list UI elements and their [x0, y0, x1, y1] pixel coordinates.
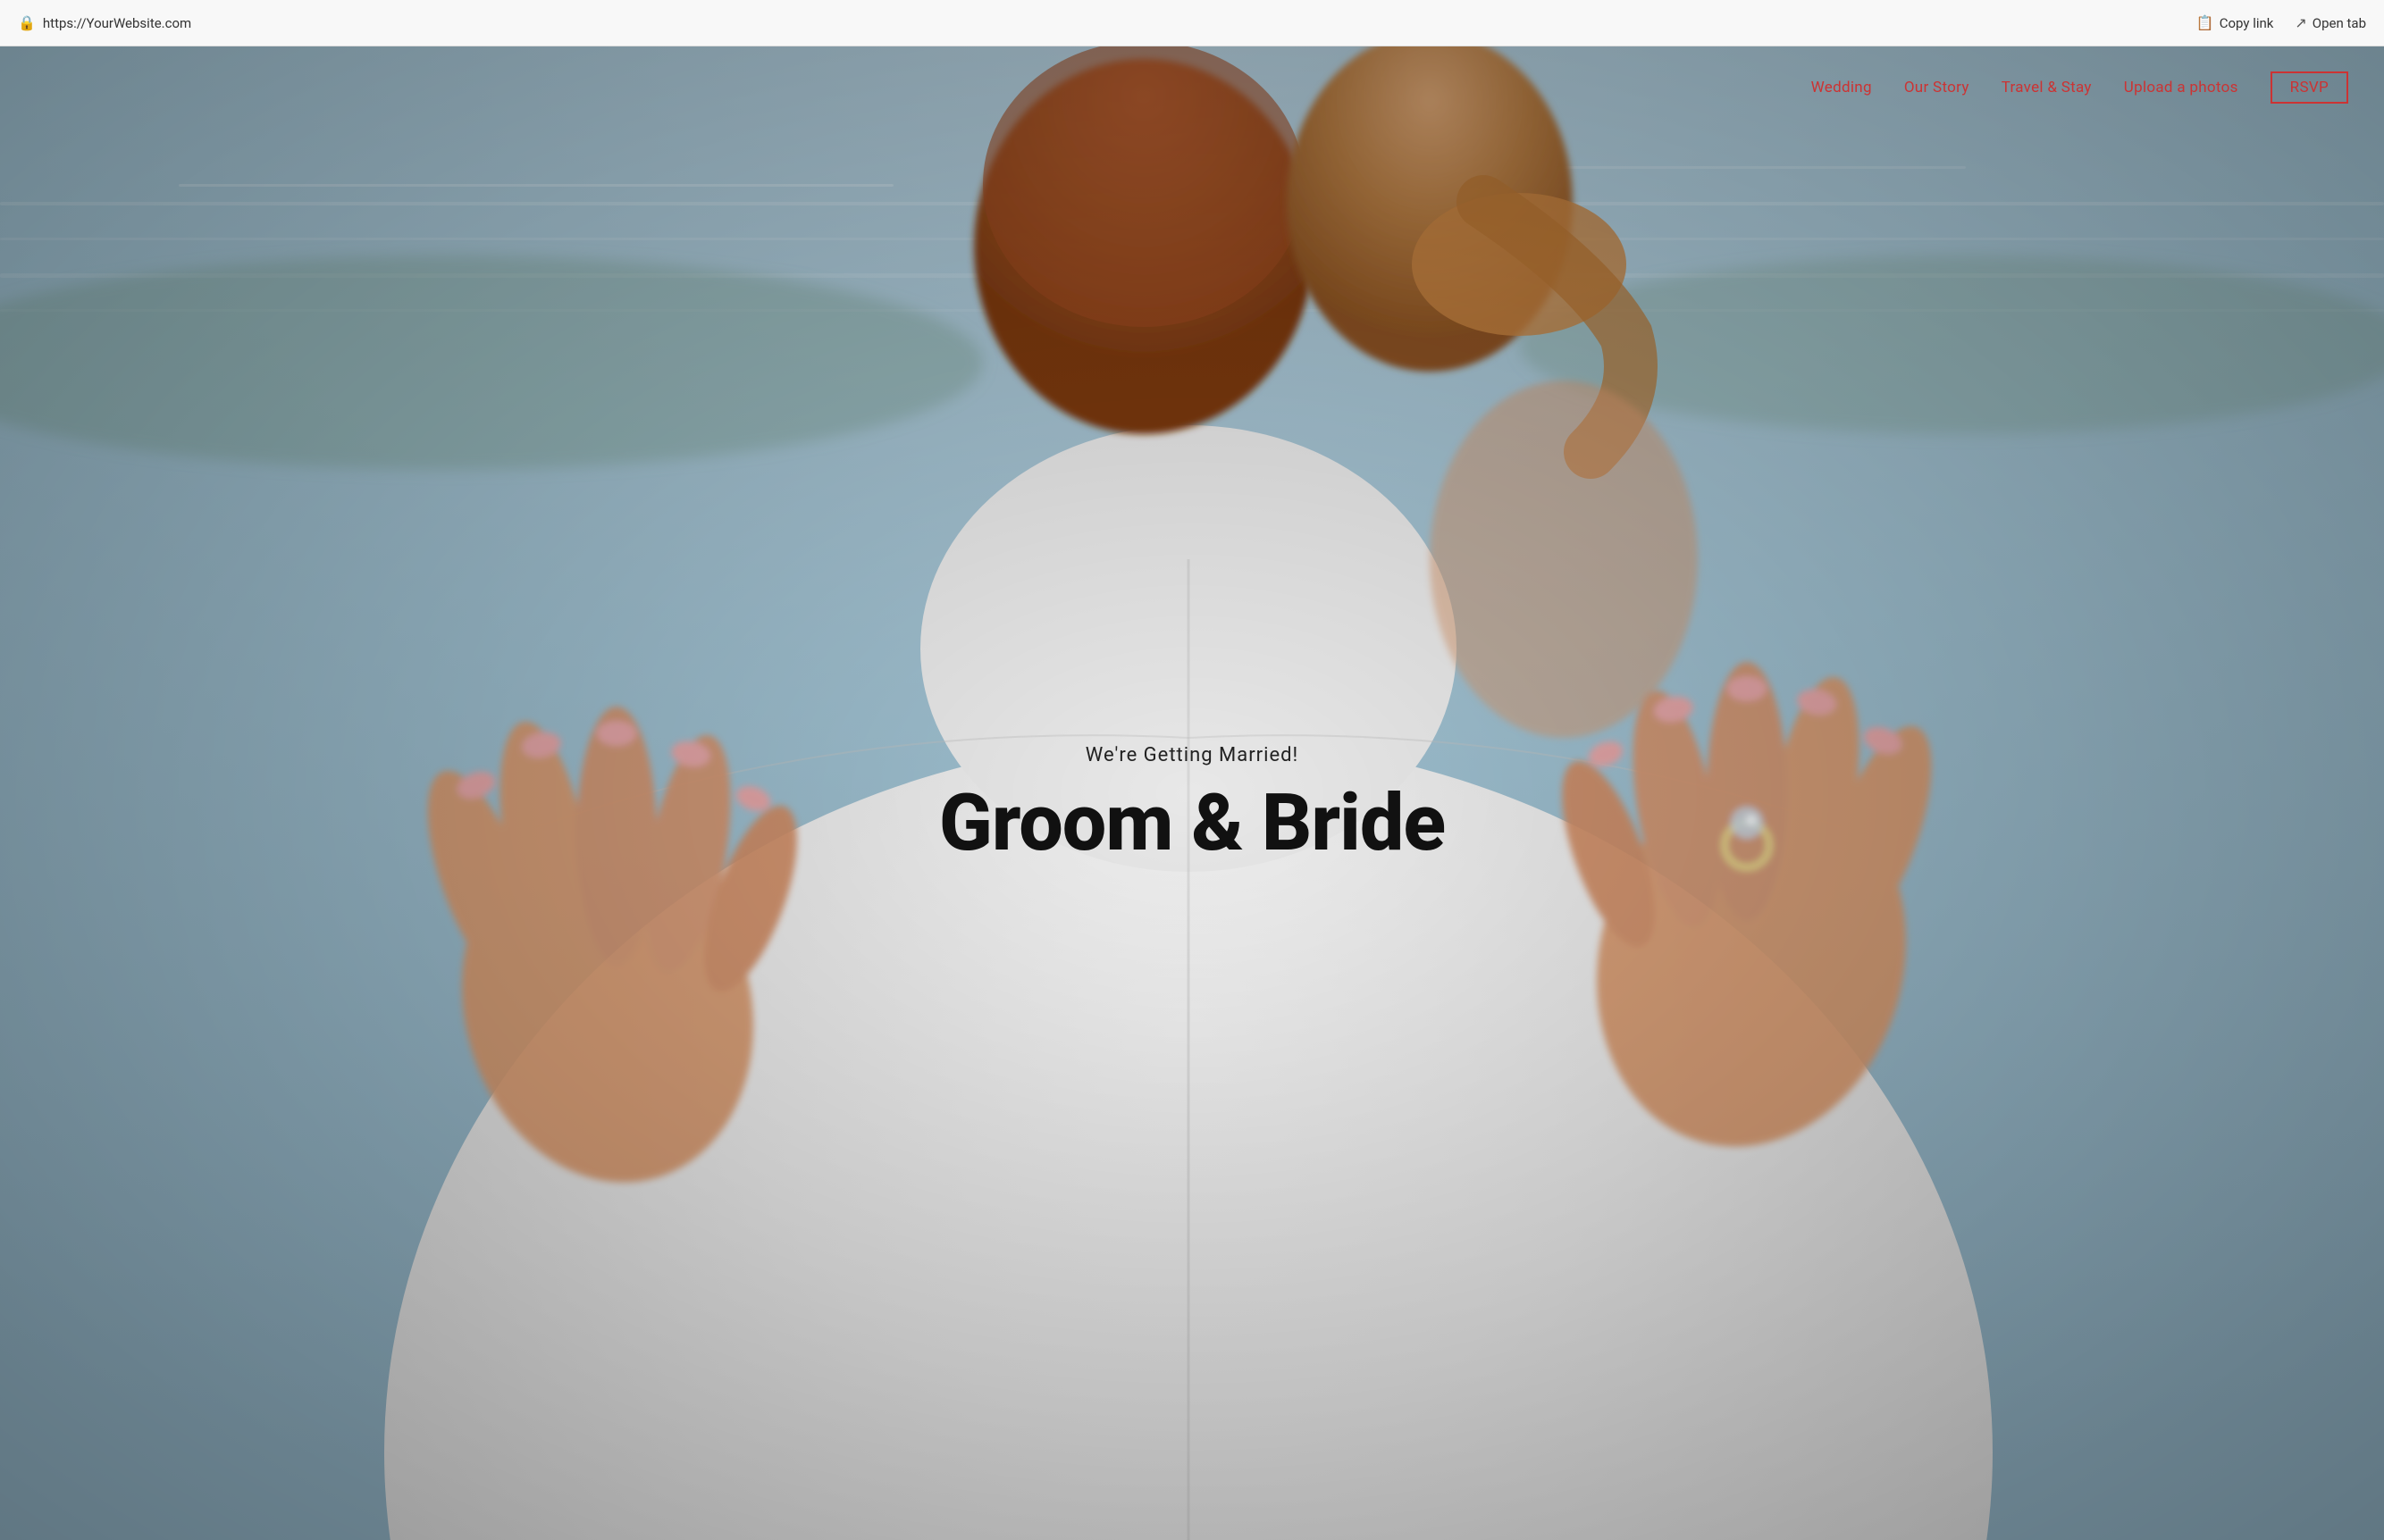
url-display: https://YourWebsite.com [43, 15, 191, 31]
copy-icon: 📋 [2196, 14, 2214, 31]
lock-icon: 🔒 [18, 14, 36, 31]
browser-chrome: 🔒 https://YourWebsite.com 📋 Copy link ↗ … [0, 0, 2384, 46]
nav-upload-photos[interactable]: Upload a photos [2124, 79, 2238, 96]
browser-address-area: 🔒 https://YourWebsite.com [18, 14, 191, 31]
browser-actions: 📋 Copy link ↗ Open tab [2196, 14, 2366, 31]
copy-link-label: Copy link [2220, 15, 2274, 31]
hero-subtitle: We're Getting Married! [939, 744, 1445, 766]
open-tab-icon: ↗ [2295, 14, 2306, 31]
nav-rsvp[interactable]: RSVP [2271, 71, 2348, 104]
nav-links-container: Wedding Our Story Travel & Stay Upload a… [1811, 71, 2348, 104]
hero-content: We're Getting Married! Groom & Bride [939, 744, 1445, 867]
open-tab-label: Open tab [2313, 15, 2366, 31]
copy-link-button[interactable]: 📋 Copy link [2196, 14, 2274, 31]
nav-travel-stay[interactable]: Travel & Stay [2002, 79, 2092, 96]
nav-wedding[interactable]: Wedding [1811, 79, 1872, 96]
open-tab-button[interactable]: ↗ Open tab [2295, 14, 2366, 31]
navbar: Wedding Our Story Travel & Stay Upload a… [0, 46, 2384, 129]
hero-section: Wedding Our Story Travel & Stay Upload a… [0, 46, 2384, 1540]
hero-title: Groom & Bride [939, 781, 1445, 867]
nav-our-story[interactable]: Our Story [1904, 79, 1969, 96]
